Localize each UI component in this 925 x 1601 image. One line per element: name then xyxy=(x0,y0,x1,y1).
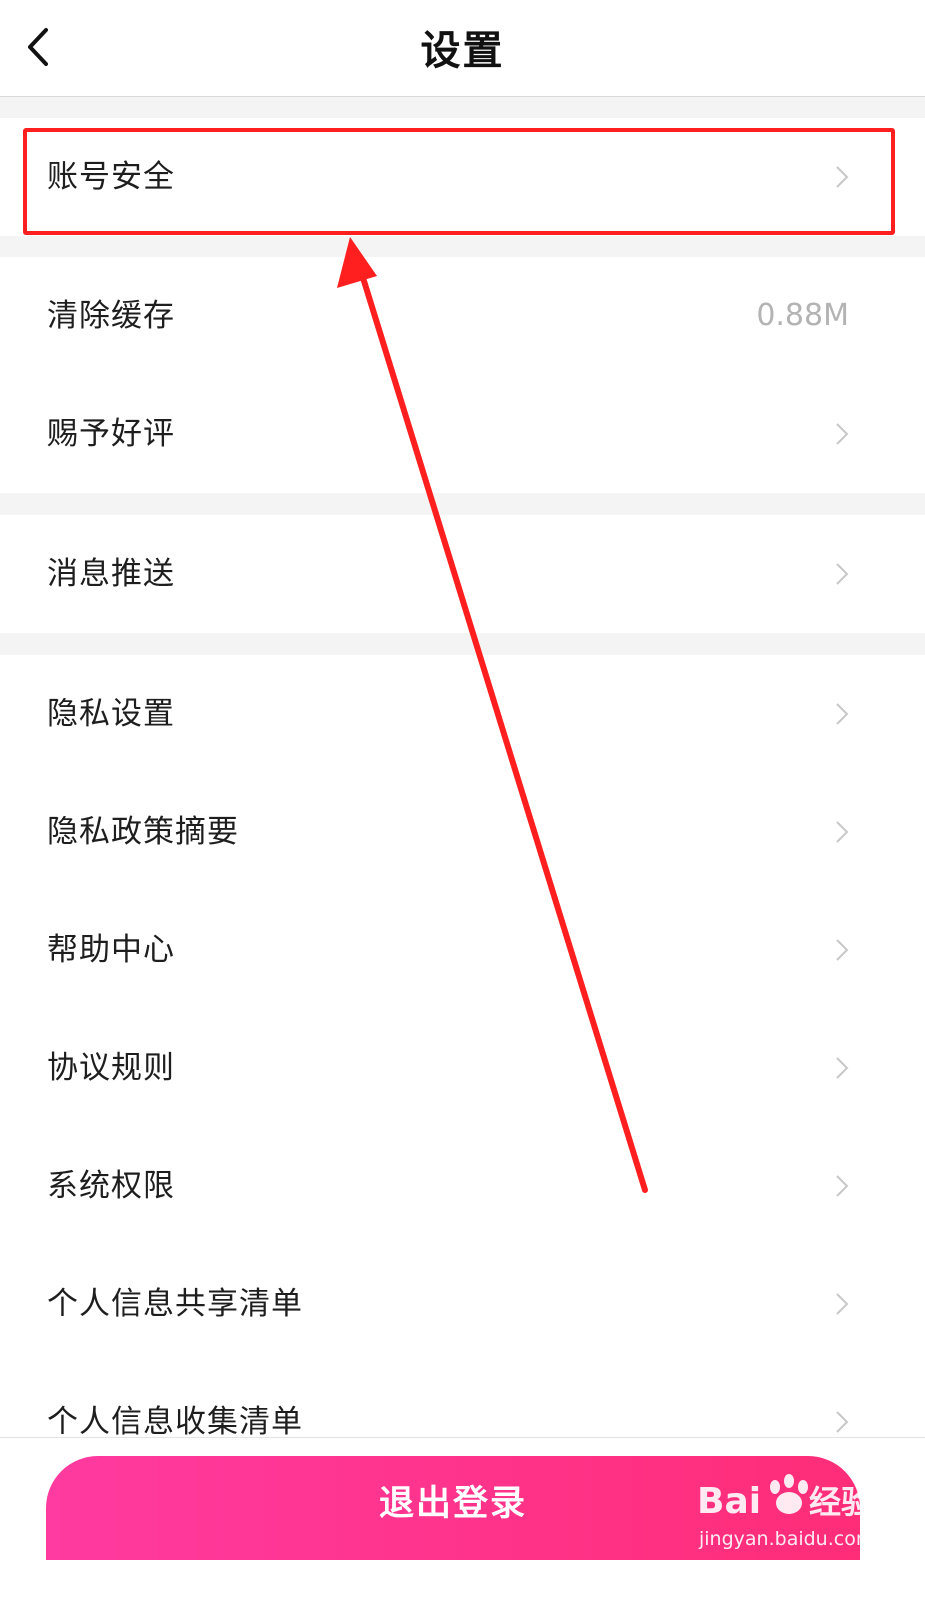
settings-item-clear-cache[interactable]: 清除缓存 0.88M xyxy=(0,257,925,375)
settings-item-account-security[interactable]: 账号安全 xyxy=(0,118,925,236)
chevron-right-icon xyxy=(836,1411,849,1433)
chevron-right-icon xyxy=(836,821,849,843)
section-divider xyxy=(0,633,925,655)
settings-item-info-sharing-list[interactable]: 个人信息共享清单 xyxy=(0,1245,925,1363)
settings-item-label: 账号安全 xyxy=(47,159,175,195)
baidu-jingyan-watermark: Bai 经验 jingyan.baidu.com xyxy=(697,1474,874,1550)
watermark-url: jingyan.baidu.com xyxy=(698,1528,874,1550)
chevron-right-icon xyxy=(836,563,849,585)
settings-item-label: 赐予好评 xyxy=(47,416,175,452)
settings-item-label: 个人信息共享清单 xyxy=(47,1286,303,1322)
settings-item-system-permissions[interactable]: 系统权限 xyxy=(0,1127,925,1245)
chevron-right-icon xyxy=(836,939,849,961)
section-divider xyxy=(0,236,925,257)
settings-item-help-center[interactable]: 帮助中心 xyxy=(0,891,925,1009)
section-divider xyxy=(0,97,925,118)
settings-item-privacy-settings[interactable]: 隐私设置 xyxy=(0,655,925,773)
page-title: 设置 xyxy=(420,28,505,74)
chevron-right-icon xyxy=(836,1057,849,1079)
settings-item-label: 清除缓存 xyxy=(47,298,175,334)
svg-text:Bai: Bai xyxy=(697,1481,761,1522)
settings-item-agreements[interactable]: 协议规则 xyxy=(0,1009,925,1127)
nav-bar: 设置 xyxy=(0,0,925,97)
settings-item-push-notifications[interactable]: 消息推送 xyxy=(0,515,925,633)
chevron-right-icon xyxy=(836,166,849,188)
chevron-right-icon xyxy=(836,423,849,445)
settings-item-label: 协议规则 xyxy=(47,1050,175,1086)
settings-item-privacy-policy-summary[interactable]: 隐私政策摘要 xyxy=(0,773,925,891)
chevron-right-icon xyxy=(836,703,849,725)
settings-item-rate-app[interactable]: 赐予好评 xyxy=(0,375,925,493)
section-divider xyxy=(0,493,925,515)
settings-item-label: 消息推送 xyxy=(47,556,175,592)
chevron-right-icon xyxy=(836,1293,849,1315)
settings-item-label: 隐私政策摘要 xyxy=(47,814,239,850)
svg-text:经验: 经验 xyxy=(809,1483,873,1521)
chevron-right-icon xyxy=(836,1175,849,1197)
settings-item-label: 帮助中心 xyxy=(47,932,175,968)
cache-size-value: 0.88M xyxy=(756,298,849,333)
settings-item-label: 隐私设置 xyxy=(47,696,175,732)
settings-item-label: 系统权限 xyxy=(47,1168,175,1204)
